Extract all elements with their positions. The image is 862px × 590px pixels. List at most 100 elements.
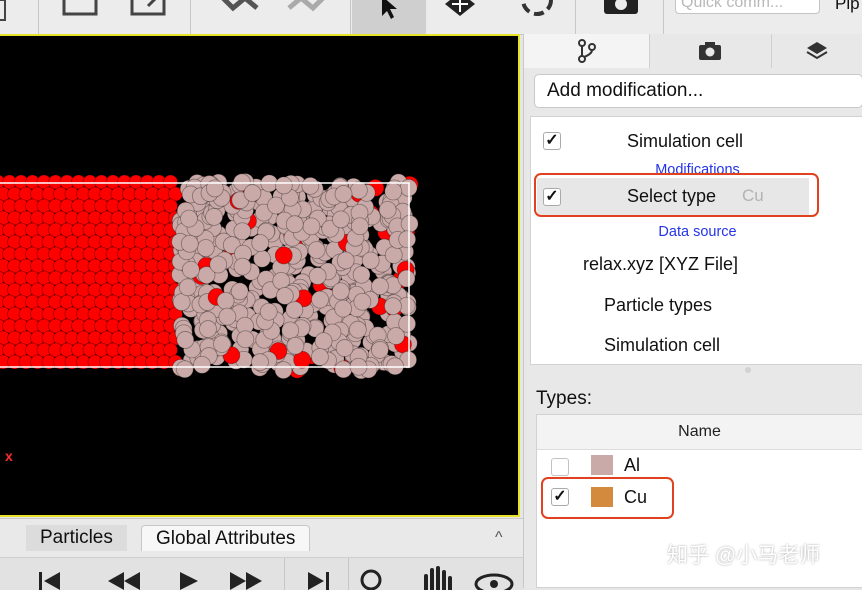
cu-type-highlight bbox=[541, 477, 674, 519]
al-atom bbox=[181, 260, 200, 279]
types-column-header[interactable]: Name bbox=[537, 415, 862, 450]
viewport-3d[interactable]: x bbox=[0, 34, 520, 517]
al-atom bbox=[334, 185, 353, 203]
al-type-checkbox[interactable] bbox=[551, 458, 569, 476]
collapse-inspector-icon[interactable]: ^ bbox=[495, 529, 503, 547]
atom-visualization bbox=[0, 173, 419, 380]
al-atom bbox=[274, 176, 293, 195]
al-atom bbox=[378, 200, 397, 219]
al-color-swatch bbox=[591, 455, 613, 475]
panel-splitter-handle[interactable] bbox=[745, 367, 751, 373]
al-atom bbox=[311, 348, 329, 366]
al-atom bbox=[218, 307, 237, 326]
al-atom bbox=[370, 341, 389, 359]
pipeline-item-source-file[interactable]: relax.xyz [XYZ File] bbox=[583, 254, 738, 275]
jump-to-start-icon[interactable] bbox=[36, 566, 64, 590]
export-icon[interactable] bbox=[126, 0, 170, 34]
al-atom bbox=[350, 217, 369, 236]
pipeline-item-simulation-cell[interactable]: Simulation cell bbox=[627, 131, 743, 152]
add-modification-dropdown[interactable]: Add modification... bbox=[534, 74, 862, 108]
al-atom bbox=[348, 320, 367, 339]
al-atom bbox=[286, 336, 305, 355]
al-atom bbox=[384, 297, 402, 316]
al-atom bbox=[180, 209, 198, 228]
step-forward-icon[interactable] bbox=[226, 566, 266, 590]
al-atom bbox=[308, 267, 327, 285]
pan-icon[interactable] bbox=[435, 0, 485, 34]
al-atom bbox=[180, 234, 199, 253]
select-type-highlight bbox=[534, 173, 819, 217]
al-atom bbox=[281, 321, 300, 340]
play-icon[interactable] bbox=[174, 566, 202, 590]
animation-toolbar bbox=[0, 557, 523, 590]
al-atom bbox=[285, 215, 304, 234]
quick-command-input[interactable]: Quick comm... bbox=[675, 0, 820, 14]
jump-to-end-icon[interactable] bbox=[304, 566, 334, 590]
pipeline-item-simulation-cell-source[interactable]: Simulation cell bbox=[604, 335, 720, 356]
al-atom bbox=[230, 282, 249, 301]
al-atom bbox=[301, 176, 320, 195]
al-atom bbox=[251, 234, 270, 252]
al-atom bbox=[178, 278, 197, 297]
zoom-icon[interactable] bbox=[358, 566, 388, 590]
tab-particles[interactable]: Particles bbox=[26, 525, 127, 551]
al-atom bbox=[233, 257, 252, 276]
orbit-camera-icon[interactable] bbox=[472, 566, 516, 590]
data-source-section-header: Data source bbox=[658, 224, 737, 240]
orbit-icon[interactable] bbox=[512, 0, 562, 34]
al-atom bbox=[209, 255, 228, 274]
al-atom bbox=[233, 222, 252, 241]
pipeline-icon bbox=[577, 39, 596, 63]
step-back-icon[interactable] bbox=[104, 566, 144, 590]
command-panel-tabs bbox=[524, 34, 862, 68]
axis-tripod-x-label: x bbox=[5, 448, 13, 464]
al-atom bbox=[302, 217, 321, 236]
new-icon[interactable] bbox=[58, 0, 102, 34]
pipeline-tab[interactable] bbox=[524, 34, 650, 68]
tab-global-attributes[interactable]: Global Attributes bbox=[141, 525, 311, 551]
screenshot-icon[interactable] bbox=[596, 0, 646, 34]
pipeline-editor-list: ✓ Simulation cell Modifications ✓ Select… bbox=[530, 116, 862, 365]
al-atom bbox=[398, 230, 417, 249]
al-atom bbox=[314, 332, 333, 351]
pan-hand-icon[interactable] bbox=[420, 566, 456, 590]
al-atom bbox=[213, 335, 231, 353]
al-atom bbox=[349, 181, 368, 200]
al-atom bbox=[361, 251, 380, 270]
main-toolbar: Quick comm... Pip bbox=[0, 0, 862, 35]
al-atom bbox=[193, 355, 211, 374]
render-tab[interactable] bbox=[649, 34, 772, 68]
undo-icon[interactable] bbox=[215, 0, 261, 34]
simulation-cell-checkbox[interactable]: ✓ bbox=[543, 132, 561, 150]
data-inspector-panel: Particles Global Attributes ^ bbox=[0, 518, 523, 590]
pipeline-panel: Add modification... ✓ Simulation cell Mo… bbox=[523, 34, 862, 588]
al-atom bbox=[331, 282, 350, 301]
camera-icon bbox=[699, 42, 721, 60]
al-type-name: Al bbox=[624, 455, 641, 475]
overlays-tab[interactable] bbox=[771, 34, 862, 68]
al-atom bbox=[172, 293, 191, 312]
pipeline-item-particle-types[interactable]: Particle types bbox=[604, 295, 712, 316]
al-atom bbox=[384, 182, 403, 201]
watermark-text: 知乎 @小马老师 bbox=[667, 544, 821, 567]
al-atom bbox=[196, 239, 215, 257]
cu-atom bbox=[274, 246, 293, 265]
al-atom bbox=[311, 290, 329, 309]
al-atom bbox=[387, 327, 405, 345]
al-atom bbox=[199, 320, 217, 338]
al-atom bbox=[236, 330, 255, 349]
types-table: Name Al ✓ Cu 知乎 @小马老师 bbox=[536, 414, 862, 588]
al-atom bbox=[251, 353, 269, 372]
pipeline-menu-label[interactable]: Pip bbox=[835, 0, 860, 14]
al-atom bbox=[205, 207, 223, 226]
select-cursor-icon[interactable] bbox=[352, 0, 426, 34]
inspector-tabbar: Particles Global Attributes ^ bbox=[0, 523, 523, 551]
al-atom bbox=[335, 339, 354, 357]
al-atom bbox=[259, 302, 278, 321]
al-atom bbox=[275, 287, 294, 305]
al-atom bbox=[274, 361, 293, 379]
al-atom bbox=[353, 292, 372, 311]
al-atom bbox=[384, 246, 403, 264]
al-atom bbox=[332, 210, 350, 229]
redo-icon[interactable] bbox=[285, 0, 331, 34]
